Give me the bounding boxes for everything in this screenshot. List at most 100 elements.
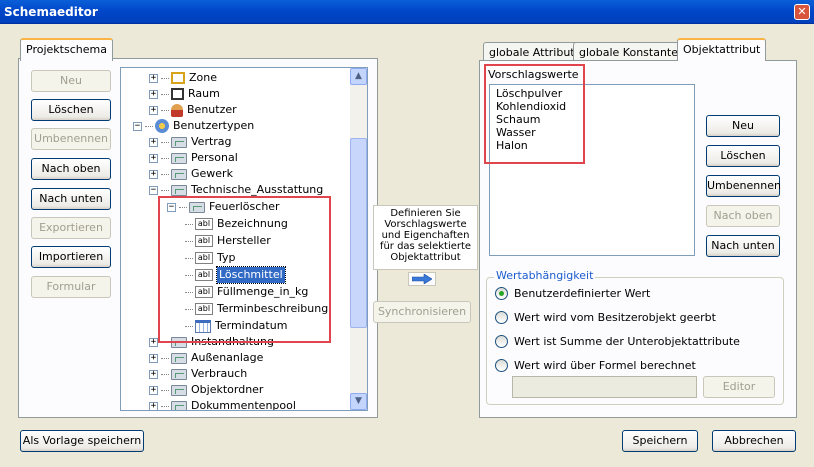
node-label: Gewerk <box>191 167 233 180</box>
tree-node-raum[interactable]: + Raum <box>149 86 220 102</box>
tab-label: Objektattribut <box>683 43 761 56</box>
tab-objektattribut[interactable]: Objektattribut <box>677 38 767 61</box>
radio-summe[interactable]: Wert ist Summe der Unterobjektattribute <box>495 335 740 348</box>
node-label: Personal <box>191 151 238 164</box>
highlight-box-attributes <box>158 196 331 343</box>
folder-icon <box>171 152 187 164</box>
close-icon[interactable]: ✕ <box>794 4 810 20</box>
tree-node-vertrag[interactable]: + Vertrag <box>149 134 232 150</box>
zone-icon <box>171 72 185 84</box>
expand-icon[interactable]: + <box>149 137 158 147</box>
node-label: Dokummentenpool <box>191 399 296 411</box>
info-line: für das selektierte <box>379 241 472 252</box>
highlight-box-vorschlagswerte <box>484 64 585 164</box>
radio-geerbt[interactable]: Wert wird vom Besitzerobjekt geerbt <box>495 311 716 324</box>
tree-node-verbrauch[interactable]: + Verbrauch <box>149 366 247 382</box>
tab-globale-attribute[interactable]: globale Attribute <box>483 42 588 62</box>
tab-label: globale Attribute <box>489 46 582 59</box>
title-bar: Schemaeditor ✕ <box>0 0 814 24</box>
node-label: Verbrauch <box>191 367 248 380</box>
loeschen-button[interactable]: Löschen <box>31 99 111 121</box>
radio-icon[interactable] <box>495 359 508 372</box>
node-label: Benutzer <box>187 103 237 116</box>
window-title: Schemaeditor <box>4 5 98 19</box>
expand-icon[interactable]: + <box>149 353 158 363</box>
nach-unten-button[interactable]: Nach unten <box>31 188 111 210</box>
collapse-icon[interactable]: − <box>149 185 158 195</box>
radio-label: Wert ist Summe der Unterobjektattribute <box>514 335 740 348</box>
folder-icon <box>171 136 187 148</box>
exportieren-button[interactable]: Exportieren <box>31 217 111 239</box>
expand-icon[interactable]: + <box>149 401 158 410</box>
radio-formel[interactable]: Wert wird über Formel berechnet <box>495 359 696 372</box>
expand-icon[interactable]: + <box>149 153 158 163</box>
tree-node-benutzer[interactable]: + Benutzer <box>149 102 237 118</box>
folder-icon <box>171 384 187 396</box>
tab-projektschema[interactable]: Projektschema <box>20 38 113 61</box>
radio-label: Wert wird über Formel berechnet <box>514 359 696 372</box>
umbenennen-button[interactable]: Umbenennen <box>31 128 111 150</box>
node-label: Außenanlage <box>191 351 264 364</box>
collapse-icon[interactable]: − <box>133 121 142 131</box>
expand-icon[interactable]: + <box>149 337 158 347</box>
folder-icon <box>171 352 187 364</box>
node-label: Objektordner <box>191 383 264 396</box>
neu-button[interactable]: Neu <box>31 70 111 92</box>
tree-scrollbar[interactable]: ▲ ▼ <box>350 68 367 410</box>
editor-button[interactable]: Editor <box>703 376 775 398</box>
folder-icon <box>171 184 187 196</box>
radio-icon[interactable] <box>495 287 508 300</box>
scroll-down-icon[interactable]: ▼ <box>350 393 367 410</box>
formel-input[interactable] <box>512 376 697 398</box>
tab-globale-konstanten[interactable]: globale Konstanten <box>573 42 691 62</box>
nach-oben-button[interactable]: Nach oben <box>31 158 111 180</box>
radio-icon[interactable] <box>495 335 508 348</box>
node-label: Benutzertypen <box>173 119 255 132</box>
tree-node-benutzertypen[interactable]: − Benutzertypen <box>133 118 254 134</box>
room-icon <box>171 88 184 100</box>
radio-benutzerdefiniert[interactable]: Benutzerdefinierter Wert <box>495 287 650 300</box>
formular-button[interactable]: Formular <box>31 276 111 298</box>
rechts-umbenennen-button[interactable]: Umbenennen <box>706 175 781 197</box>
node-label: Vertrag <box>191 135 232 148</box>
node-label: Zone <box>189 71 218 84</box>
rechts-nach-oben-button[interactable]: Nach oben <box>706 205 780 227</box>
speichern-button[interactable]: Speichern <box>622 430 698 452</box>
group-label: Wertabhängigkeit <box>494 269 596 282</box>
tree-node-aussenanlage[interactable]: + Außenanlage <box>149 350 263 366</box>
rechts-neu-button[interactable]: Neu <box>706 115 780 137</box>
synchronisieren-button[interactable]: Synchronisieren <box>373 301 471 323</box>
expand-icon[interactable]: + <box>149 385 158 395</box>
radio-icon[interactable] <box>495 311 508 324</box>
expand-icon[interactable]: + <box>149 89 158 99</box>
rechts-nach-unten-button[interactable]: Nach unten <box>706 235 780 257</box>
user-icon <box>171 103 183 117</box>
expand-icon[interactable]: + <box>149 169 158 179</box>
scroll-up-icon[interactable]: ▲ <box>350 68 367 85</box>
info-line: Vorschlagswerte <box>384 219 467 230</box>
expand-icon[interactable]: + <box>149 369 158 379</box>
tree-node-dokummentenpool[interactable]: + Dokummentenpool <box>149 398 296 411</box>
expand-icon[interactable]: + <box>149 105 158 115</box>
tree-node-zone[interactable]: + Zone <box>149 70 217 86</box>
types-icon <box>155 119 169 133</box>
abbrechen-button[interactable]: Abbrechen <box>712 430 796 452</box>
tree-node-gewerk[interactable]: + Gewerk <box>149 166 233 182</box>
expand-icon[interactable]: + <box>149 73 158 83</box>
tab-label: Projektschema <box>26 43 107 56</box>
node-label: Raum <box>188 87 220 100</box>
radio-label: Wert wird vom Besitzerobjekt geerbt <box>514 311 716 324</box>
tree-node-objektordner[interactable]: + Objektordner <box>149 382 263 398</box>
info-line: und Eigenchaften <box>381 230 470 241</box>
scroll-thumb[interactable] <box>350 138 367 328</box>
rechts-loeschen-button[interactable]: Löschen <box>706 145 780 167</box>
info-line: Definieren Sie <box>390 208 461 219</box>
folder-icon <box>171 400 187 410</box>
importieren-button[interactable]: Importieren <box>31 246 111 268</box>
tree-node-personal[interactable]: + Personal <box>149 150 238 166</box>
arrow-right-icon <box>412 274 432 284</box>
folder-icon <box>171 168 187 180</box>
transfer-button[interactable] <box>408 272 436 286</box>
radio-label: Benutzerdefinierter Wert <box>514 287 651 300</box>
als-vorlage-speichern-button[interactable]: Als Vorlage speichern <box>20 430 144 452</box>
